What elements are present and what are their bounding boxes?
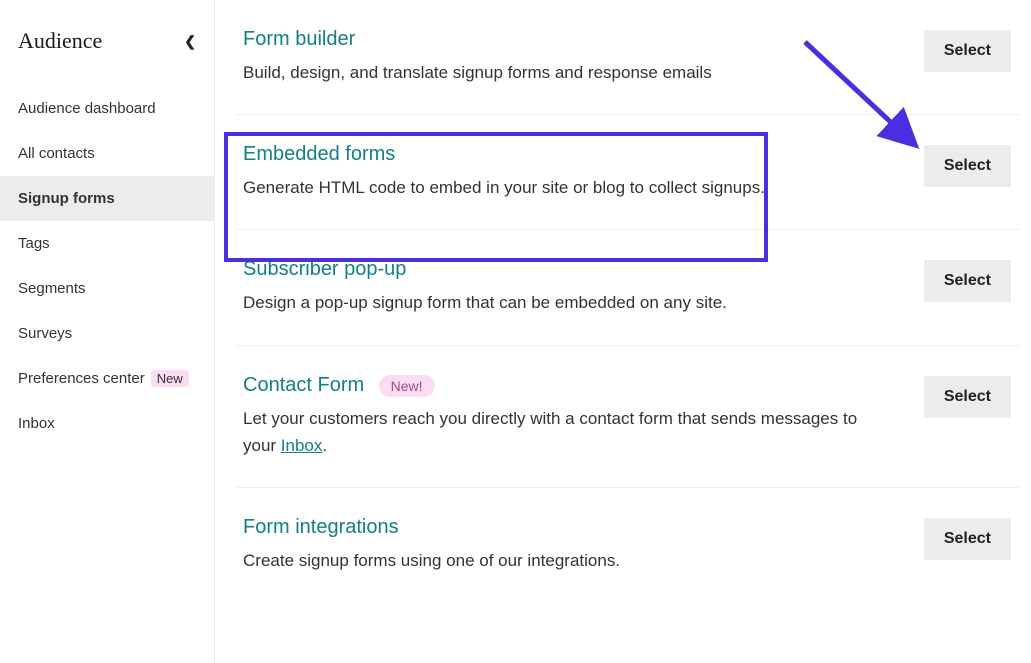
new-pill: New! [379, 375, 435, 397]
select-button[interactable]: Select [924, 145, 1011, 187]
sidebar-item-label: Audience dashboard [18, 100, 156, 117]
sidebar-item-inbox[interactable]: Inbox [0, 401, 214, 446]
select-button[interactable]: Select [924, 30, 1011, 72]
sidebar-item-label: Surveys [18, 325, 72, 342]
card-desc: Let your customers reach you directly wi… [243, 405, 883, 459]
sidebar: Audience ❮ Audience dashboard All contac… [0, 0, 215, 663]
card-body: Embedded forms Generate HTML code to emb… [243, 143, 765, 201]
card-body: Contact Form New! Let your customers rea… [243, 374, 883, 459]
card-body: Form integrations Create signup forms us… [243, 516, 620, 574]
card-contact-form: Contact Form New! Let your customers rea… [237, 346, 1019, 488]
card-desc: Generate HTML code to embed in your site… [243, 174, 765, 201]
sidebar-item-surveys[interactable]: Surveys [0, 311, 214, 356]
card-desc: Create signup forms using one of our int… [243, 547, 620, 574]
select-button[interactable]: Select [924, 376, 1011, 418]
card-form-integrations: Form integrations Create signup forms us… [237, 488, 1019, 602]
sidebar-item-label: Signup forms [18, 190, 115, 207]
sidebar-item-label: Preferences center [18, 370, 145, 387]
inbox-link[interactable]: Inbox [281, 436, 323, 455]
sidebar-item-label: Inbox [18, 415, 55, 432]
card-title[interactable]: Embedded forms [243, 143, 395, 166]
card-subscriber-popup: Subscriber pop-up Design a pop-up signup… [237, 230, 1019, 345]
sidebar-item-label: Tags [18, 235, 50, 252]
card-desc: Build, design, and translate signup form… [243, 59, 712, 86]
sidebar-title: Audience [18, 28, 102, 54]
card-title[interactable]: Form builder [243, 28, 355, 51]
sidebar-item-preferences-center[interactable]: Preferences center New [0, 356, 214, 401]
card-form-builder: Form builder Build, design, and translat… [237, 0, 1019, 115]
select-button[interactable]: Select [924, 518, 1011, 560]
card-title[interactable]: Form integrations [243, 516, 399, 539]
sidebar-nav: Audience dashboard All contacts Signup f… [0, 76, 214, 446]
main-content: Form builder Build, design, and translat… [215, 0, 1031, 663]
card-desc: Design a pop-up signup form that can be … [243, 289, 727, 316]
sidebar-item-all-contacts[interactable]: All contacts [0, 131, 214, 176]
card-desc-pre: Let your customers reach you directly wi… [243, 409, 857, 455]
sidebar-item-label: Segments [18, 280, 86, 297]
sidebar-item-label: All contacts [18, 145, 95, 162]
card-body: Form builder Build, design, and translat… [243, 28, 712, 86]
sidebar-item-segments[interactable]: Segments [0, 266, 214, 311]
card-body: Subscriber pop-up Design a pop-up signup… [243, 258, 727, 316]
card-title[interactable]: Contact Form [243, 374, 364, 397]
sidebar-item-audience-dashboard[interactable]: Audience dashboard [0, 86, 214, 131]
sidebar-header: Audience ❮ [0, 28, 214, 76]
sidebar-item-signup-forms[interactable]: Signup forms [0, 176, 214, 221]
sidebar-item-tags[interactable]: Tags [0, 221, 214, 266]
card-title[interactable]: Subscriber pop-up [243, 258, 406, 281]
card-desc-post: . [322, 436, 327, 455]
card-embedded-forms: Embedded forms Generate HTML code to emb… [237, 115, 1019, 230]
select-button[interactable]: Select [924, 260, 1011, 302]
new-badge: New [151, 370, 189, 387]
chevron-left-icon[interactable]: ❮ [184, 33, 196, 50]
